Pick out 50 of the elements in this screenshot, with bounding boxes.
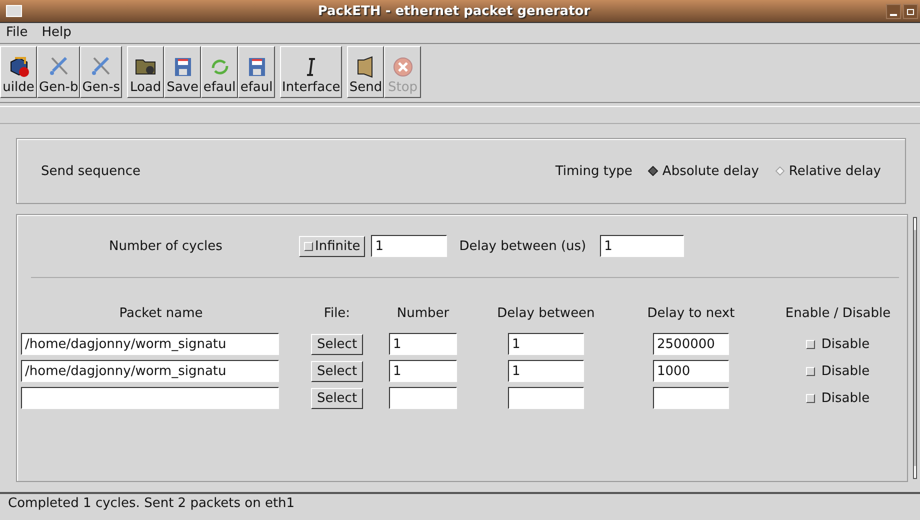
radio-button[interactable]: Absolute delay — [648, 164, 759, 178]
status-text: Completed 1 cycles. Sent 2 packets on eth1 — [0, 492, 920, 520]
column-header: Delay to next — [646, 306, 736, 323]
column-header: File: — [322, 306, 352, 323]
section-title: Send sequence — [41, 164, 141, 178]
toolbar-button[interactable]: efaul — [201, 46, 238, 98]
infinite-toggle[interactable]: Infinite — [299, 236, 366, 256]
number-field[interactable]: 1 — [389, 333, 457, 355]
column-header: Packet name — [118, 306, 204, 323]
scrollbar[interactable] — [913, 217, 917, 479]
toolbar-button[interactable]: Send — [347, 46, 384, 98]
minimize-button[interactable] — [886, 4, 901, 18]
number-field[interactable]: 1 — [389, 360, 457, 382]
toolbar-button[interactable]: uilde — [0, 46, 37, 98]
menu-item[interactable]: File — [6, 25, 28, 41]
packet-name-field[interactable] — [21, 387, 279, 409]
toolbar-button[interactable]: Load — [127, 46, 164, 98]
toolbar-button[interactable]: Gen-b — [37, 46, 80, 98]
delay-field[interactable]: 1 — [600, 235, 684, 257]
delay-next-field[interactable]: 2500000 — [653, 333, 729, 355]
stop-icon — [392, 56, 414, 78]
select-button[interactable]: Select — [310, 334, 364, 354]
delay-label: Delay between (us) — [459, 238, 586, 254]
delay-between-field[interactable]: 1 — [508, 333, 584, 355]
toolbar-button[interactable]: Gen-s — [80, 46, 122, 98]
disable-checkbox[interactable]: Disable — [806, 336, 870, 352]
toolbar-button[interactable]: Interface — [280, 46, 342, 98]
select-button[interactable]: Select — [310, 388, 364, 408]
menu-item[interactable]: Help — [42, 25, 72, 41]
column-header: Delay between — [496, 306, 596, 323]
delay-between-field[interactable] — [508, 387, 584, 409]
packet-name-field[interactable]: /home/dagjonny/worm_signatu — [21, 333, 279, 355]
maximize-button[interactable] — [903, 4, 918, 18]
column-header: Number — [396, 306, 450, 323]
cycles-field[interactable]: 1 — [371, 235, 448, 257]
window-title: PackETH - ethernet packet generator — [316, 4, 592, 18]
cycles-label: Number of cycles — [109, 238, 224, 254]
delay-next-field[interactable]: 1000 — [653, 360, 729, 382]
delay-next-field[interactable] — [653, 387, 729, 409]
timing-label: Timing type — [555, 164, 632, 178]
number-field[interactable] — [389, 387, 457, 409]
disable-checkbox[interactable]: Disable — [806, 390, 870, 406]
radio-button[interactable]: Relative delay — [774, 164, 881, 178]
select-button[interactable]: Select — [310, 360, 364, 382]
delay-between-field[interactable]: 1 — [508, 360, 584, 382]
toolbar-button[interactable]: efaul — [238, 46, 276, 98]
toolbar-button[interactable]: Save — [164, 46, 202, 98]
column-header: Enable / Disable — [784, 306, 892, 323]
packet-name-field[interactable]: /home/dagjonny/worm_signatu — [21, 360, 279, 382]
disable-checkbox[interactable]: Disable — [806, 364, 870, 378]
